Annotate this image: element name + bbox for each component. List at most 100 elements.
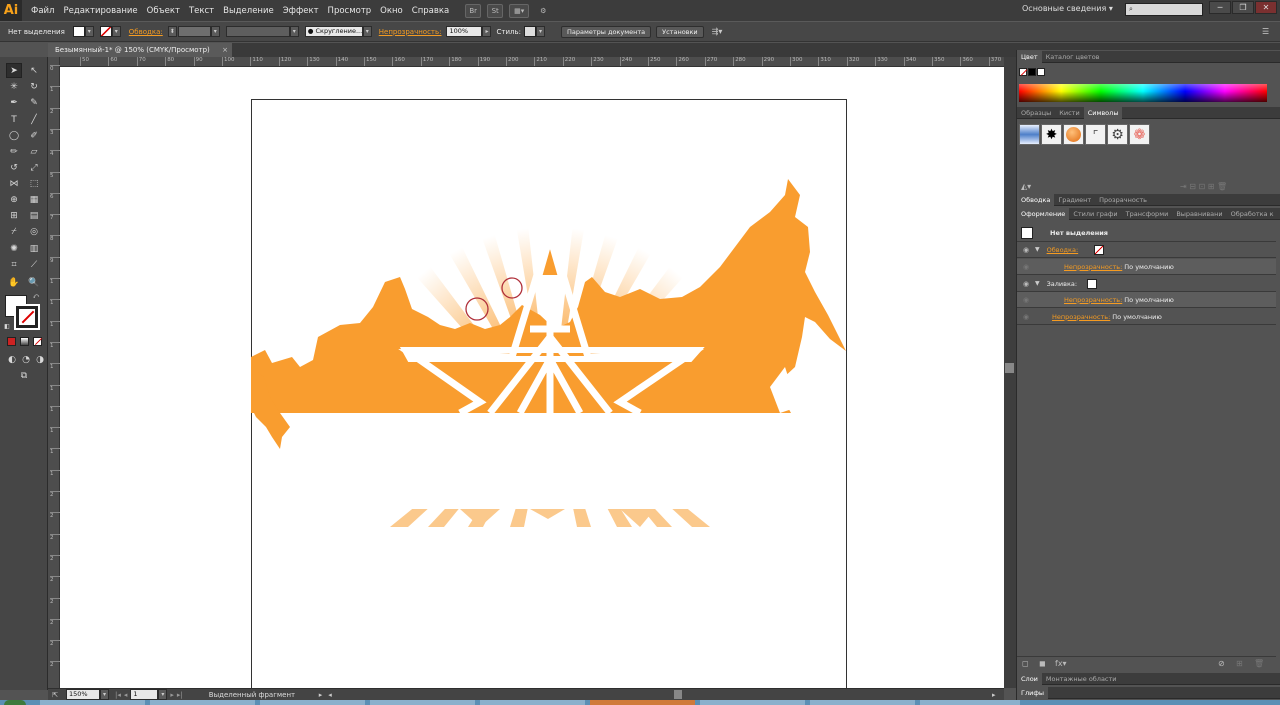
vertical-scrollbar[interactable] [1004,57,1016,688]
hscroll-left-arrow[interactable]: ◂ [328,691,332,699]
appearance-fill-opacity-row[interactable]: ◉ Непрозрачность: По умолчанию [1017,292,1276,308]
default-colors-icon[interactable]: ◧ [3,322,11,330]
symbol-blue-banner-icon[interactable] [1019,124,1040,145]
artboard-number-field[interactable]: 1 [130,689,159,700]
stroke-weight-dropdown[interactable]: ▾ [210,26,220,37]
symbol-orange-ball-icon[interactable] [1063,124,1084,145]
symbol-actions-icons[interactable]: ⇥ ⊟ ⊡ ⊞ 🗑 [1180,182,1227,191]
color-none-swatch[interactable] [1019,68,1028,76]
opacity-field[interactable]: 100% [446,26,483,37]
tab-pathfinder[interactable]: Обработка к [1227,208,1278,220]
artboard-dropdown[interactable]: ▾ [158,689,168,700]
curvature-tool-icon[interactable]: ✎ [26,95,42,110]
color-mode-icon[interactable] [7,337,16,346]
symbol-gear-icon[interactable]: ⚙ [1107,124,1128,145]
brush-field[interactable]: ● Скругление... [304,26,363,37]
eye-icon[interactable]: ◉ [1019,246,1033,254]
stroke-appearance-swatch[interactable] [1094,244,1105,255]
opacity-dropdown[interactable]: ▸ [482,26,492,37]
appearance-stroke-opacity-row[interactable]: ◉ Непрозрачность: По умолчанию [1017,259,1276,275]
gpu-icon[interactable]: ⚙ [535,4,551,18]
minimize-button[interactable]: ─ [1209,1,1231,14]
graph-tool-icon[interactable]: ▥ [26,241,42,256]
workspace-switcher[interactable]: Основные сведения ▾ [1022,4,1113,13]
artboard-prev[interactable]: ◂ [124,691,128,699]
taskbar-item-active[interactable] [590,700,695,705]
scale-tool-icon[interactable]: ⤢ [26,160,42,175]
rotate-tool-icon[interactable]: ↺ [6,160,22,175]
appearance-stroke-row[interactable]: ◉ ▼ Обводка: [1017,242,1276,258]
tab-symbols[interactable]: Символы [1083,106,1123,119]
taskbar-item[interactable] [480,700,585,705]
taskbar-item[interactable] [150,700,255,705]
blend-tool-icon[interactable]: ◎ [26,224,42,239]
fx-icon[interactable]: fx▾ [1055,659,1067,668]
zoom-dropdown[interactable]: ▾ [100,689,109,700]
status-menu-arrow[interactable]: ▸ [319,691,323,699]
slice-tool-icon[interactable]: ⟋ [26,257,42,272]
perspective-grid-icon[interactable]: ▦ [26,192,42,207]
duplicate-item-icon[interactable]: ⊞ [1236,659,1243,668]
artboard-next-last[interactable]: ▸| [177,691,183,699]
eye-icon[interactable]: ◉ [1019,296,1033,304]
align-icon[interactable]: ⇶▾ [712,27,723,36]
tab-layers[interactable]: Слои [1017,672,1042,685]
tab-appearance[interactable]: Оформление [1017,207,1070,220]
fill-swatch[interactable] [72,26,85,37]
expand-triangle-icon[interactable]: ▼ [1035,280,1040,287]
pen-tool-icon[interactable]: ✒ [6,95,22,110]
delete-item-icon[interactable]: 🗑 [1254,659,1264,668]
symbol-library-icon[interactable]: ◭▾ [1021,182,1031,191]
shape-builder-icon[interactable]: ⊕ [6,192,22,207]
variable-width-field[interactable] [225,26,290,37]
direct-selection-icon[interactable]: ↖ [26,63,42,78]
free-transform-icon[interactable]: ⬚ [26,176,42,191]
zoom-tool-icon[interactable]: 🔍 [26,275,42,290]
stroke-opacity-link[interactable]: Непрозрачность: [1064,263,1122,271]
taskbar-item[interactable] [370,700,475,705]
menu-view[interactable]: Просмотр [328,6,372,16]
menu-effect[interactable]: Эффект [283,6,319,16]
eye-icon[interactable]: ◉ [1019,280,1033,288]
symbol-sprayer-icon[interactable]: ✺ [6,241,22,256]
taskbar-item[interactable] [920,700,1020,705]
expand-triangle-icon[interactable]: ▼ [1035,246,1040,253]
document-tab[interactable]: Безымянный-1* @ 150% (CMYK/Просмотр) × [48,43,232,57]
gradient-tool-icon[interactable]: ▤ [26,208,42,223]
fill-appearance-swatch[interactable] [1087,278,1098,289]
menu-object[interactable]: Объект [147,6,180,16]
stroke-dropdown[interactable]: ▾ [111,26,121,37]
add-fill-icon[interactable]: ◼ [1039,659,1046,668]
stroke-color-icon[interactable] [14,304,40,330]
close-icon[interactable]: × [222,43,228,57]
stroke-weight-stepper[interactable]: ⬍ [167,26,177,37]
selection-tool-icon[interactable]: ➤ [6,63,22,78]
dock-grip[interactable] [1016,43,1280,50]
tab-color-guide[interactable]: Каталог цветов [1042,51,1104,63]
tab-glyphs[interactable]: Глифы [1017,686,1049,699]
hand-tool-icon[interactable]: ✋ [6,275,22,290]
artboard-next[interactable]: ▸ [170,691,174,699]
swap-colors-icon[interactable]: ⤺ [32,293,40,301]
eye-icon[interactable]: ◉ [1019,263,1033,271]
artwork-svg[interactable] [60,67,1004,688]
artboard-tool-icon[interactable]: ⌗ [6,257,22,272]
tab-transform[interactable]: Трансформи [1122,208,1173,220]
lasso-icon[interactable]: ↻ [26,79,42,94]
line-tool-icon[interactable]: ╱ [26,112,42,127]
color-black-swatch[interactable] [1028,68,1036,76]
style-dropdown[interactable]: ▾ [535,26,545,37]
arrange-documents-button[interactable]: ▦▾ [509,3,530,18]
stock-button[interactable]: St [487,3,504,18]
stroke-appearance-link[interactable]: Обводка: [1047,246,1079,254]
hscroll-right-arrow[interactable]: ▸ [992,691,996,699]
pencil-tool-icon[interactable]: ✏ [6,144,22,159]
color-spectrum[interactable] [1019,84,1267,102]
none-mode-icon[interactable] [33,337,43,346]
zoom-field[interactable]: 150% [66,689,100,700]
tab-stroke[interactable]: Обводка [1017,193,1055,206]
opacity-link[interactable]: Непрозрачность: [379,28,442,36]
variable-width-dropdown[interactable]: ▾ [289,26,299,37]
eye-icon[interactable]: ◉ [1019,313,1033,321]
start-button[interactable] [4,700,26,705]
